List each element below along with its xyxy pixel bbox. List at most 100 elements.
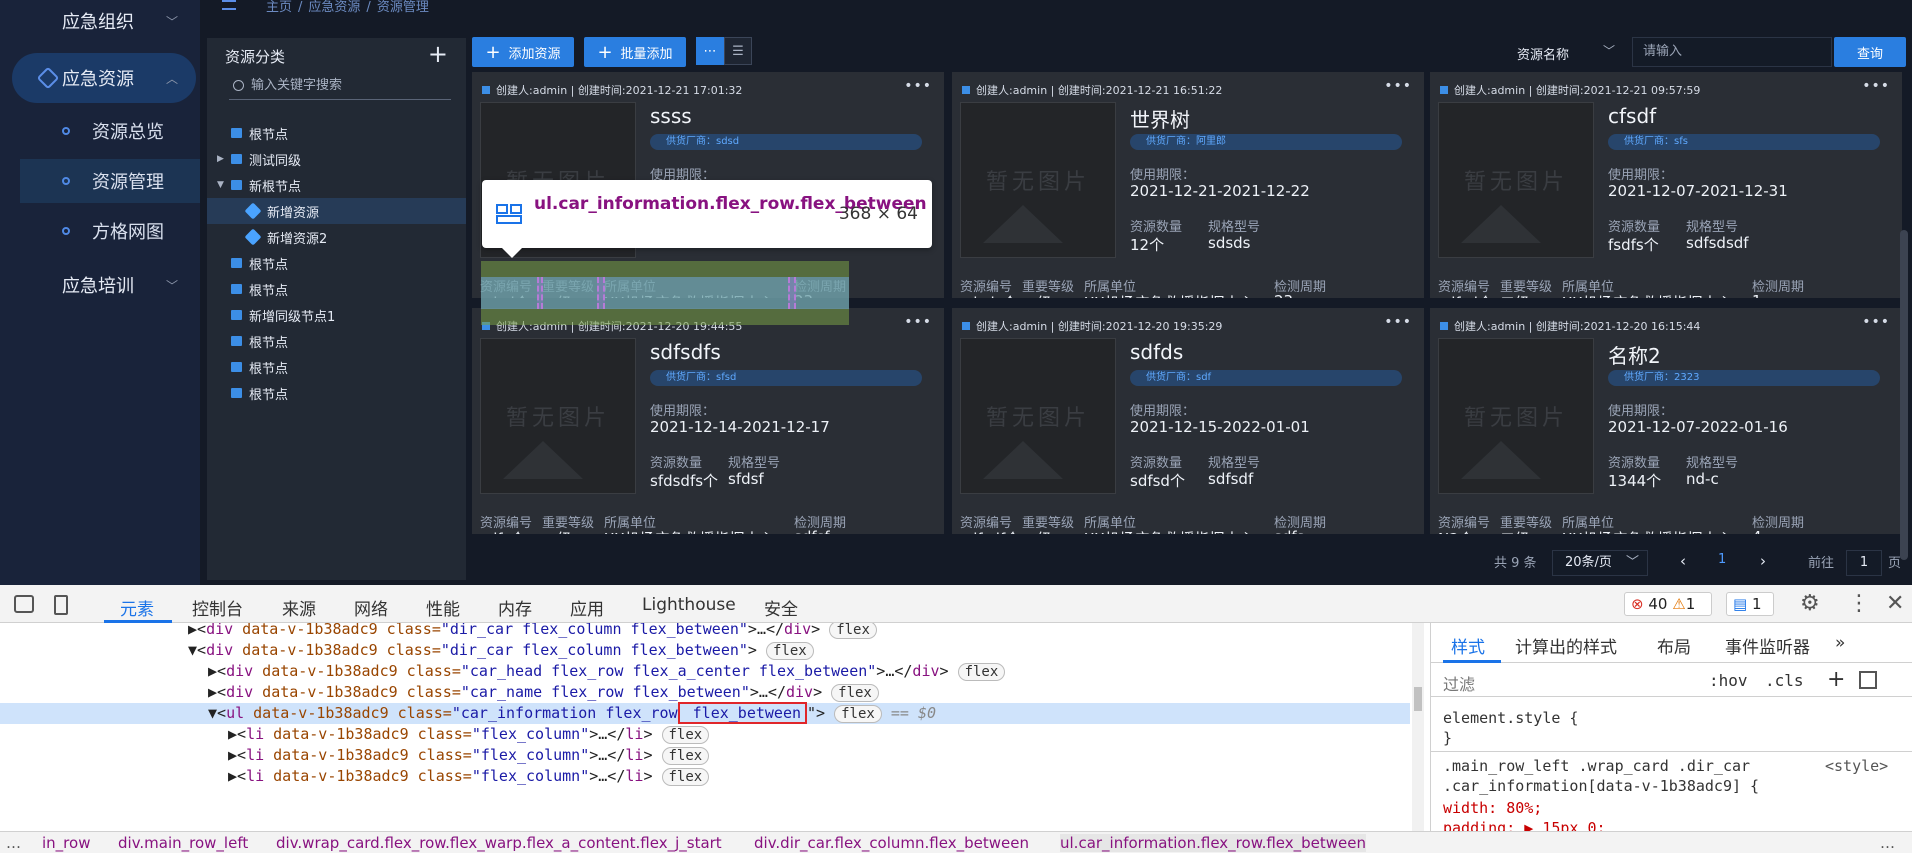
more-options-icon[interactable]: ⋮ (1848, 591, 1870, 616)
flex-badge[interactable]: flex (661, 768, 710, 786)
nav-sub-resource-management[interactable]: 资源管理 (20, 159, 200, 203)
tree-node[interactable]: 根节点 (207, 354, 466, 380)
more-icon[interactable]: ••• (1384, 314, 1412, 330)
breadcrumb-home[interactable]: 主页 (266, 0, 292, 15)
grid-view-button[interactable]: ⋯ (696, 37, 724, 65)
tab-event-listeners[interactable]: 事件监听器 (1725, 633, 1810, 658)
goto-page-input[interactable]: 1 (1846, 550, 1882, 576)
tab-console[interactable]: 控制台 (192, 595, 243, 620)
nav-item-emergency-org[interactable]: 应急组织 ﹀ (0, 0, 200, 46)
tree-node[interactable]: ▼ 新根节点 (207, 172, 466, 198)
more-crumbs[interactable]: … (1880, 834, 1895, 852)
tab-styles[interactable]: 样式 (1451, 633, 1485, 658)
batch-add-button[interactable]: + 批量添加 (584, 37, 686, 67)
cls-toggle[interactable]: .cls (1765, 671, 1804, 690)
main-scrollbar[interactable] (1900, 230, 1908, 560)
tab-computed[interactable]: 计算出的样式 (1515, 633, 1617, 658)
node-toggle[interactable]: ▶< (228, 746, 246, 764)
tab-sources[interactable]: 来源 (282, 595, 316, 620)
caret-down-icon[interactable]: ▼ (217, 180, 224, 190)
caret-right-icon[interactable]: ▶ (217, 154, 224, 164)
flex-badge[interactable]: flex (661, 726, 710, 744)
flex-badge[interactable]: flex (831, 684, 879, 702)
page-size-select[interactable]: 20条/页 ﹀ (1552, 550, 1648, 576)
issues-badge[interactable]: ⊗ 40 ⚠ 1 (1624, 592, 1712, 616)
dom-crumb[interactable]: div.dir_car.flex_column.flex_between (754, 834, 1029, 852)
tab-network[interactable]: 网络 (354, 595, 388, 620)
dom-node-line[interactable]: ▼<ul data-v-1b38adc9 class="car_informat… (0, 702, 1410, 724)
dom-crumb[interactable]: div.main_row_left (118, 834, 248, 852)
nav-item-emergency-resources[interactable]: 应急资源 ︿ (12, 53, 196, 103)
tree-node[interactable]: 新增同级节点1 (207, 302, 466, 328)
prev-page-button[interactable]: ‹ (1680, 552, 1686, 570)
more-icon[interactable]: ••• (1862, 314, 1890, 330)
tree-node[interactable]: 根节点 (207, 250, 466, 276)
add-resource-button[interactable]: + 添加资源 (472, 37, 574, 67)
device-toolbar-icon[interactable] (54, 595, 68, 615)
tree-node[interactable]: 新增资源2 (207, 224, 466, 250)
node-toggle[interactable]: ▶< (208, 683, 226, 701)
style-source-link[interactable]: <style> (1825, 757, 1888, 775)
more-icon[interactable]: ••• (1384, 78, 1412, 94)
dom-crumb[interactable]: in_row (42, 834, 90, 852)
dom-node-line[interactable]: ▶<li data-v-1b38adc9 class="flex_column"… (0, 766, 1410, 787)
more-crumbs-left[interactable]: … (6, 834, 21, 852)
dom-crumb[interactable]: div.wrap_card.flex_row.flex_warp.flex_a_… (276, 834, 722, 852)
nav-sub-grid-map[interactable]: 方格网图 (0, 209, 200, 253)
scroll-thumb[interactable] (1414, 687, 1422, 711)
node-toggle[interactable]: ▶< (228, 767, 246, 785)
tab-application[interactable]: 应用 (570, 595, 604, 620)
toggle-sidebar-icon[interactable] (1859, 671, 1877, 689)
resource-card[interactable]: 创建人:admin | 创建时间:2021-12-21 16:51:22 ••• 暂… (952, 72, 1424, 298)
node-toggle[interactable]: ▶< (228, 725, 246, 743)
tree-node[interactable]: ▶ 测试同级 (207, 146, 466, 172)
inspect-element-icon[interactable] (14, 595, 34, 613)
chevron-down-icon[interactable]: ﹀ (1603, 42, 1615, 59)
tab-memory[interactable]: 内存 (498, 595, 532, 620)
style-declaration[interactable]: width: 80%; (1443, 799, 1542, 817)
flex-badge[interactable]: flex (661, 747, 710, 765)
resource-card[interactable]: 创建人:admin | 创建时间:2021-12-20 19:44:55 ••• 暂… (472, 308, 944, 534)
tab-performance[interactable]: 性能 (426, 595, 460, 620)
node-toggle[interactable]: ▶< (188, 623, 206, 638)
add-node-button[interactable]: + (428, 40, 448, 68)
breadcrumb-resources[interactable]: 应急资源 (308, 0, 360, 15)
flex-badge[interactable]: flex (957, 663, 1006, 681)
styles-filter-input[interactable]: 过滤 (1443, 671, 1475, 695)
tree-node[interactable]: 根节点 (207, 120, 466, 146)
tab-elements[interactable]: 元素 (120, 595, 154, 620)
elements-scrollbar[interactable] (1412, 623, 1424, 831)
flex-badge[interactable]: flex (829, 623, 877, 639)
tree-search-input[interactable]: 输入关键字搜索 (229, 76, 451, 100)
tab-security[interactable]: 安全 (764, 595, 798, 620)
nav-sub-resource-overview[interactable]: 资源总览 (0, 109, 200, 153)
dom-node-line[interactable]: ▶<li data-v-1b38adc9 class="flex_column"… (0, 745, 1410, 766)
tree-node[interactable]: 根节点 (207, 380, 466, 406)
list-view-button[interactable]: ☰ (724, 37, 752, 65)
filter-input[interactable]: 请输入 (1632, 37, 1832, 67)
dom-node-line[interactable]: ▼<div data-v-1b38adc9 class="dir_car fle… (0, 640, 1410, 661)
more-icon[interactable]: ••• (904, 78, 932, 94)
tree-node[interactable]: 根节点 (207, 276, 466, 302)
resource-card[interactable]: 创建人:admin | 创建时间:2021-12-20 19:35:29 ••• 暂… (952, 308, 1424, 534)
dom-node-line[interactable]: ▶<div data-v-1b38adc9 class="dir_car fle… (0, 623, 1410, 640)
resource-card[interactable]: 创建人:admin | 创建时间:2021-12-20 16:15:44 ••• 暂… (1430, 308, 1902, 534)
dom-node-line[interactable]: ▶<div data-v-1b38adc9 class="car_head fl… (0, 661, 1410, 682)
tree-node-selected[interactable]: 新增资源 (207, 198, 466, 224)
query-button[interactable]: 查询 (1834, 37, 1906, 67)
next-page-button[interactable]: › (1760, 552, 1766, 570)
add-rule-icon[interactable]: + (1827, 667, 1845, 692)
tab-more[interactable]: » (1835, 633, 1845, 653)
tab-layout[interactable]: 布局 (1657, 633, 1691, 658)
dom-node-line[interactable]: ▶<div data-v-1b38adc9 class="car_name fl… (0, 682, 1410, 703)
flex-badge[interactable]: flex (765, 642, 814, 660)
close-icon[interactable]: ✕ (1886, 591, 1904, 616)
settings-icon[interactable]: ⚙ (1800, 591, 1820, 616)
more-icon[interactable]: ••• (1862, 78, 1890, 94)
hov-toggle[interactable]: :hov (1709, 671, 1748, 690)
dom-crumb-selected[interactable]: ul.car_information.flex_row.flex_between (1060, 834, 1367, 852)
nav-item-emergency-training[interactable]: 应急培训 ﹀ (0, 260, 200, 310)
filter-field-select[interactable]: 资源名称 (1517, 44, 1569, 63)
node-toggle[interactable]: ▶< (208, 662, 226, 680)
node-toggle[interactable]: ▼< (208, 704, 226, 722)
